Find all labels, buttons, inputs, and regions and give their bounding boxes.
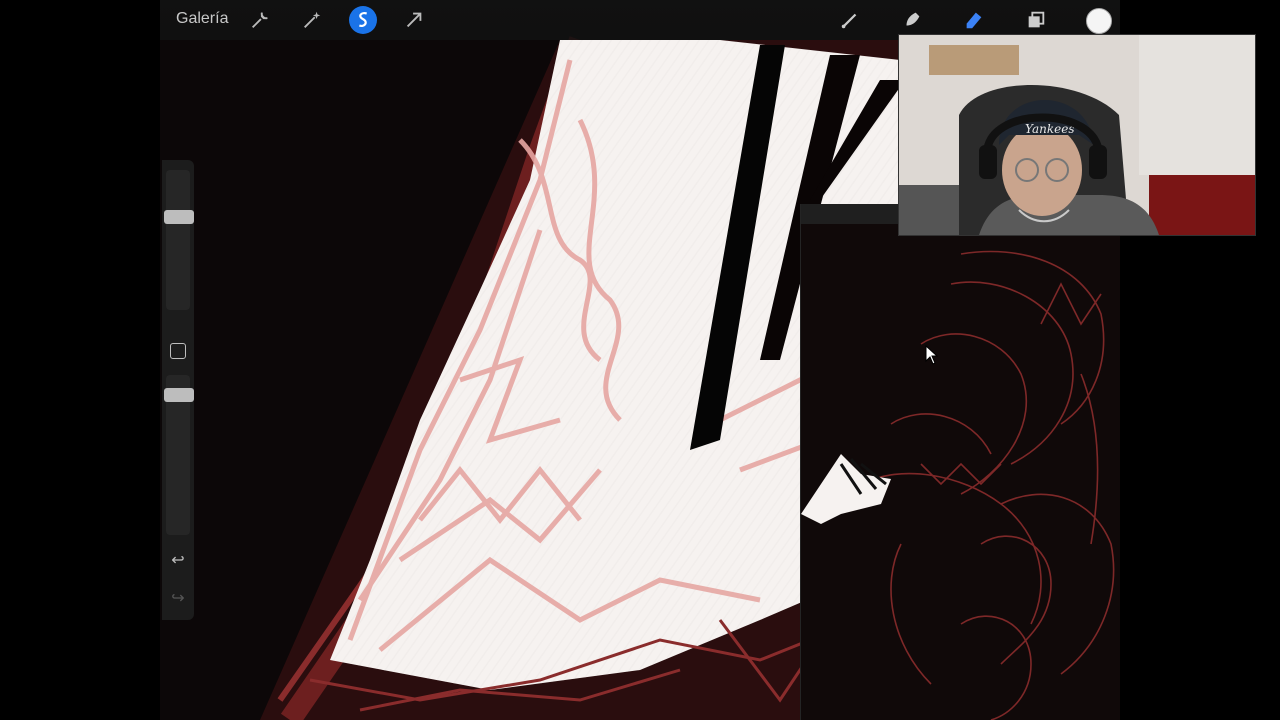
opacity-thumb[interactable]: [164, 388, 194, 402]
opacity-slider[interactable]: [164, 375, 194, 535]
smudge-icon[interactable]: [898, 6, 926, 34]
brush-icon[interactable]: [836, 6, 864, 34]
webcam-feed: Yankees: [899, 35, 1255, 235]
reference-image: [801, 224, 1120, 720]
gallery-button[interactable]: Galería: [176, 10, 228, 28]
eraser-icon[interactable]: [960, 6, 988, 34]
modify-button[interactable]: [170, 343, 186, 359]
wrench-icon[interactable]: [246, 6, 274, 34]
webcam-overlay: Yankees: [898, 34, 1256, 236]
reference-panel[interactable]: [800, 204, 1120, 720]
mouse-cursor-icon: [925, 345, 939, 365]
layers-icon[interactable]: [1022, 6, 1050, 34]
arrow-cursor-icon[interactable]: [400, 6, 428, 34]
left-sidebar: ↩ ↪: [162, 160, 194, 620]
color-picker-button[interactable]: [1086, 8, 1112, 34]
magic-wand-icon[interactable]: [298, 6, 326, 34]
selection-icon[interactable]: [349, 6, 377, 34]
brush-size-slider[interactable]: [164, 170, 194, 310]
undo-icon[interactable]: ↩: [168, 550, 188, 570]
brush-size-thumb[interactable]: [164, 210, 194, 224]
reference-panel-header[interactable]: [801, 204, 901, 224]
redo-icon[interactable]: ↪: [168, 588, 188, 608]
